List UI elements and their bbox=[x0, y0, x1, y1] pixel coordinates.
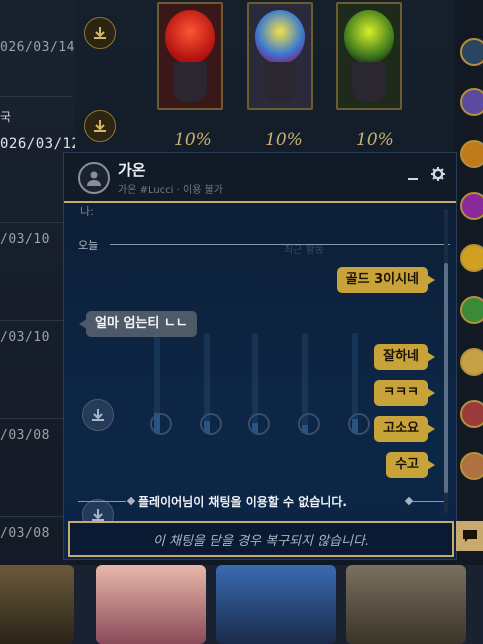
champion-icon[interactable] bbox=[460, 140, 483, 168]
role-icon bbox=[248, 413, 270, 435]
role-icon bbox=[298, 413, 320, 435]
reward-tile[interactable] bbox=[247, 2, 313, 110]
chat-header: 가온 가온 #Lucci · 이용 불가 bbox=[64, 153, 456, 203]
history-date: 026/03/12 bbox=[0, 136, 81, 152]
minimize-button[interactable] bbox=[403, 165, 423, 185]
champion-icon[interactable] bbox=[460, 88, 483, 116]
champion-card[interactable] bbox=[96, 565, 206, 644]
scrollbar-thumb[interactable] bbox=[444, 263, 448, 493]
divider bbox=[412, 501, 444, 502]
system-notice: 플레이어님이 채팅을 이용할 수 없습니다. bbox=[78, 493, 444, 509]
history-date: /03/10 bbox=[0, 232, 50, 247]
their-message-bubble: 얼마 엄는티 ㄴㄴ bbox=[79, 311, 197, 337]
tile-frame bbox=[263, 62, 297, 102]
chat-toggle-button[interactable] bbox=[456, 521, 483, 551]
role-icon bbox=[348, 413, 370, 435]
tile-frame bbox=[173, 62, 207, 102]
role-icon bbox=[200, 413, 222, 435]
system-notice-text: 플레이어님이 채팅을 이용할 수 없습니다. bbox=[138, 495, 347, 509]
role-icon bbox=[150, 413, 172, 435]
my-message-bubble: 고소요 bbox=[374, 416, 435, 442]
chat-contact-status: 가온 #Lucci · 이용 불가 bbox=[118, 185, 223, 196]
champion-icon[interactable] bbox=[460, 296, 483, 324]
history-date: /03/08 bbox=[0, 428, 50, 443]
previous-message-fragment: 나: bbox=[80, 205, 94, 218]
reward-percent: 10% bbox=[265, 130, 303, 150]
chat-input-area[interactable]: 이 채팅을 닫을 경우 복구되지 않습니다. bbox=[68, 521, 454, 557]
champion-card[interactable] bbox=[0, 565, 74, 644]
download-icon bbox=[94, 27, 106, 39]
gear-icon bbox=[431, 167, 445, 181]
download-icon bbox=[92, 409, 104, 421]
download-icon bbox=[94, 120, 106, 132]
history-date: /03/08 bbox=[0, 526, 50, 541]
chat-contact-name: 가온 bbox=[118, 161, 146, 179]
history-mode-label: 국 bbox=[0, 110, 12, 124]
my-message-bubble: 수고 bbox=[386, 452, 435, 478]
day-separator: 오늘 bbox=[78, 237, 450, 252]
my-message-bubble: 골드 3이시네 bbox=[336, 267, 436, 293]
reward-percent: 10% bbox=[174, 130, 212, 150]
user-avatar-icon bbox=[87, 171, 101, 186]
my-message-bubble: ㅋㅋㅋ bbox=[374, 380, 435, 406]
divider bbox=[110, 244, 450, 245]
minimize-icon bbox=[408, 178, 418, 180]
divider bbox=[0, 516, 72, 517]
download-button[interactable] bbox=[84, 17, 116, 49]
tile-art bbox=[255, 10, 305, 64]
download-button[interactable] bbox=[84, 110, 116, 142]
avatar[interactable] bbox=[78, 162, 110, 194]
champion-icon[interactable] bbox=[460, 400, 483, 428]
close-warning-text: 이 채팅을 닫을 경우 복구되지 않습니다. bbox=[152, 533, 370, 549]
my-message-bubble: 잘하네 bbox=[374, 344, 435, 370]
divider bbox=[0, 222, 72, 223]
divider bbox=[0, 320, 72, 321]
day-separator-label: 오늘 bbox=[78, 239, 99, 252]
history-date: /03/10 bbox=[0, 330, 50, 345]
reward-percent: 10% bbox=[356, 130, 394, 150]
champion-card[interactable] bbox=[346, 565, 466, 644]
champion-strip bbox=[0, 565, 483, 644]
divider bbox=[78, 501, 126, 502]
diamond-ornament bbox=[126, 496, 136, 506]
reward-tile[interactable] bbox=[336, 2, 402, 110]
download-button[interactable] bbox=[82, 399, 114, 431]
settings-button[interactable] bbox=[428, 164, 448, 184]
champion-icon[interactable] bbox=[460, 192, 483, 220]
champion-icon[interactable] bbox=[460, 244, 483, 272]
chat-bubble-icon bbox=[462, 530, 477, 542]
reward-tile[interactable] bbox=[157, 2, 223, 110]
champion-card[interactable] bbox=[216, 565, 336, 644]
champion-icon[interactable] bbox=[460, 452, 483, 480]
history-date: 026/03/14 bbox=[0, 40, 75, 55]
tile-art bbox=[165, 10, 215, 64]
tile-art bbox=[344, 10, 394, 64]
champion-icon[interactable] bbox=[460, 38, 483, 66]
champion-icon[interactable] bbox=[460, 348, 483, 376]
champion-rail bbox=[455, 0, 483, 565]
tile-frame bbox=[352, 62, 386, 102]
divider bbox=[0, 418, 72, 419]
chat-window: 가온 가온 #Lucci · 이용 불가 나: 오늘 최근 활동 골드 3이시네… bbox=[63, 152, 457, 560]
ghost-heading: 최근 활동 bbox=[284, 245, 324, 256]
divider bbox=[0, 96, 72, 97]
